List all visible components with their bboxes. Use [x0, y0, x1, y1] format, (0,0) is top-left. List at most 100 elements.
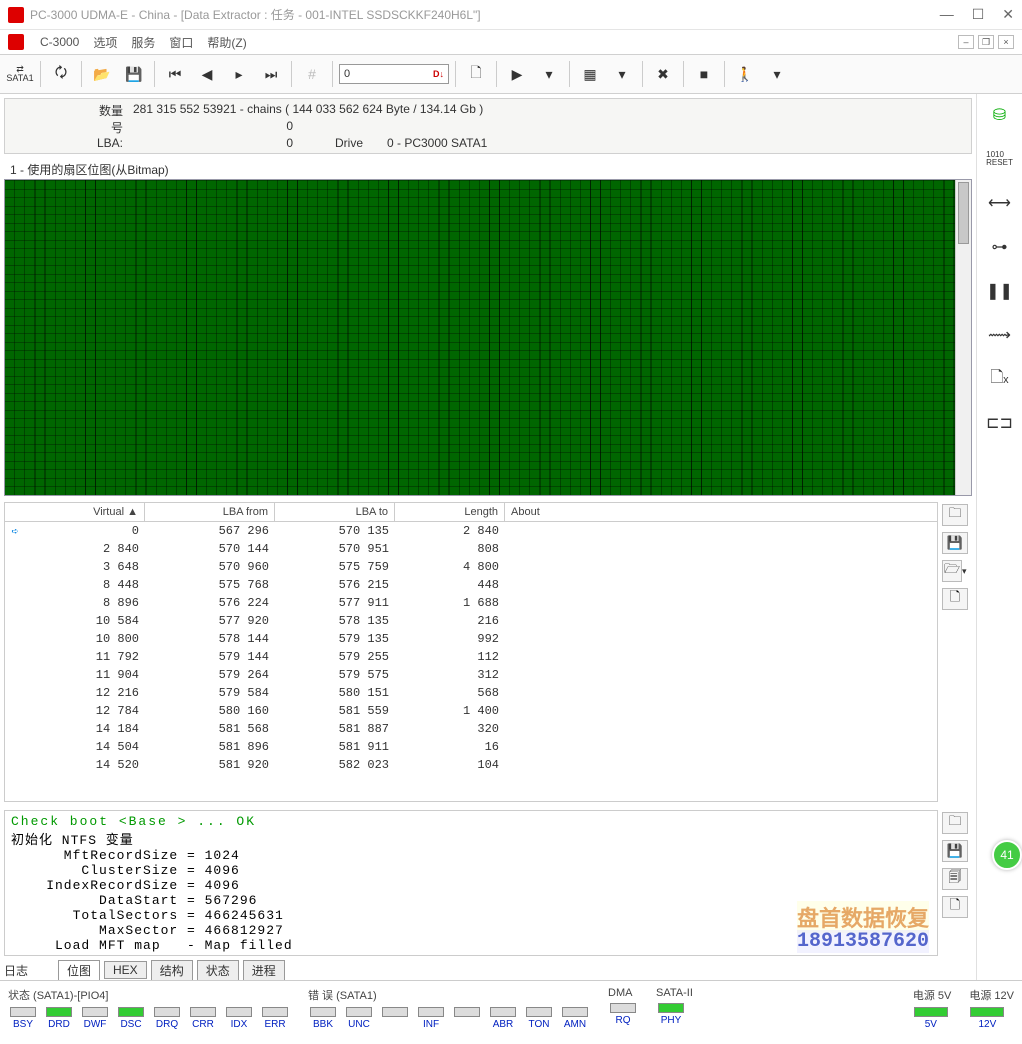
side-folder-button[interactable]: 🗁 — [942, 560, 962, 582]
tool-pause-icon[interactable]: ❚❚ — [985, 278, 1015, 304]
menu-app[interactable]: C-3000 — [40, 35, 79, 49]
refresh-button[interactable]: 🗘 — [47, 60, 75, 88]
file-button[interactable]: 🗋 — [462, 60, 490, 88]
th-lba-to[interactable]: LBA to — [275, 503, 395, 521]
table-row[interactable]: 3 648570 960575 7594 800 — [5, 558, 937, 576]
table-row[interactable]: ➪0567 296570 1352 840 — [5, 522, 937, 540]
drive-value: 0 - PC3000 SATA1 — [387, 136, 487, 150]
notification-badge[interactable]: 41 — [992, 840, 1022, 870]
table-body[interactable]: ➪0567 296570 1352 8402 840570 144570 951… — [5, 522, 937, 777]
prev-button[interactable]: ◀ — [193, 60, 221, 88]
toolbar: ⇄SATA1 🗘 📂 💾 ⏮ ◀ ▸ ⏭ # 0 D↓ 🗋 ▶ ▾ ▦ ▾ ✖ … — [0, 54, 1022, 94]
grid-button[interactable]: # — [298, 60, 326, 88]
table-row[interactable]: 14 520581 920582 023104 — [5, 756, 937, 774]
view-dropdown[interactable]: ▾ — [608, 60, 636, 88]
led-rq — [610, 1003, 636, 1013]
led-bbk — [310, 1007, 336, 1017]
mdi-restore-button[interactable]: ❐ — [978, 35, 994, 49]
led-unc — [346, 1007, 372, 1017]
watermark-phone: 18913587620 — [797, 930, 929, 953]
table-row[interactable]: 14 504581 896581 91116 — [5, 738, 937, 756]
table-row[interactable]: 8 896576 224577 9111 688 — [5, 594, 937, 612]
bitmap-view[interactable] — [4, 179, 972, 496]
log-export-button[interactable]: 🗀 — [942, 812, 968, 834]
lba-input-mode[interactable]: D↓ — [433, 69, 444, 79]
log-line: MaxSector = 466812927 — [11, 923, 931, 938]
table-row[interactable]: 10 800578 144579 135992 — [5, 630, 937, 648]
close-button[interactable]: ✕ — [1002, 6, 1014, 23]
log-line: TotalSectors = 466245631 — [11, 908, 931, 923]
tab-hex[interactable]: HEX — [104, 961, 147, 979]
th-about[interactable]: About — [505, 503, 937, 521]
menu-help[interactable]: 帮助(Z) — [207, 34, 246, 51]
menu-service[interactable]: 服务 — [131, 34, 155, 51]
chevron-down-icon[interactable]: ▾ — [962, 566, 967, 577]
log-view[interactable]: Check boot <Base > ... OK 初始化 NTFS 变量 Mf… — [4, 810, 938, 956]
chain-table[interactable]: Virtual ▲ LBA from LBA to Length About ➪… — [4, 502, 938, 802]
bitmap-title: 1 - 使用的扇区位图(从Bitmap) — [4, 160, 972, 179]
tab-state[interactable]: 状态 — [197, 960, 239, 981]
th-lba-from[interactable]: LBA from — [145, 503, 275, 521]
table-row[interactable]: 12 784580 160581 5591 400 — [5, 702, 937, 720]
tool-drive-icon[interactable]: ⛁ — [985, 102, 1015, 128]
menubar: C-3000 选项 服务 窗口 帮助(Z) – ❐ × — [0, 30, 1022, 54]
next-button[interactable]: ▸ — [225, 60, 253, 88]
side-save-button[interactable]: 💾 — [942, 532, 968, 554]
tab-bitmap[interactable]: 位图 — [58, 960, 100, 981]
table-row[interactable]: 10 584577 920578 135216 — [5, 612, 937, 630]
tab-log[interactable]: 日志 — [4, 962, 54, 979]
log-clear-button[interactable]: 🗋 — [942, 896, 968, 918]
th-virtual[interactable]: Virtual ▲ — [5, 503, 145, 521]
table-row[interactable]: 2 840570 144570 951808 — [5, 540, 937, 558]
table-row[interactable]: 11 792579 144579 255112 — [5, 648, 937, 666]
bitmap-scrollbar[interactable] — [955, 180, 971, 495]
tab-process[interactable]: 进程 — [243, 960, 285, 981]
maximize-button[interactable]: ☐ — [972, 6, 985, 23]
menu-window[interactable]: 窗口 — [169, 34, 193, 51]
table-row[interactable]: 12 216579 584580 151568 — [5, 684, 937, 702]
qty-value: 281 315 552 53921 - chains ( 144 033 562… — [133, 102, 483, 119]
tool-pin-icon[interactable]: ⊶ — [985, 234, 1015, 260]
tool-connector-icon[interactable]: ⊏⊐ — [985, 410, 1015, 436]
stop-button[interactable]: ■ — [690, 60, 718, 88]
mdi-close-button[interactable]: × — [998, 35, 1014, 49]
exit-button[interactable]: 🚶 — [731, 60, 759, 88]
minimize-button[interactable]: — — [940, 6, 954, 23]
view-grid-button[interactable]: ▦ — [576, 60, 604, 88]
lba-input-value: 0 — [344, 68, 350, 80]
table-row[interactable]: 8 448575 768576 215448 — [5, 576, 937, 594]
open-button[interactable]: 📂 — [88, 60, 116, 88]
port-sata1-button[interactable]: ⇄SATA1 — [6, 60, 34, 88]
th-length[interactable]: Length — [395, 503, 505, 521]
lba-input[interactable]: 0 D↓ — [339, 64, 449, 84]
table-row[interactable]: 11 904579 264579 575312 — [5, 666, 937, 684]
side-clear-button[interactable]: 🗋 — [942, 588, 968, 610]
save-button[interactable]: 💾 — [120, 60, 148, 88]
tab-struct[interactable]: 结构 — [151, 960, 193, 981]
first-button[interactable]: ⏮ — [161, 60, 189, 88]
tool-reset-button[interactable]: 1010RESET — [985, 146, 1015, 172]
led-drq — [154, 1007, 180, 1017]
play-button[interactable]: ▶ — [503, 60, 531, 88]
log-line: ClusterSize = 4096 — [11, 863, 931, 878]
exit-dropdown[interactable]: ▾ — [763, 60, 791, 88]
log-line: DataStart = 567296 — [11, 893, 931, 908]
play-dropdown[interactable]: ▾ — [535, 60, 563, 88]
tool-link-icon[interactable]: ⟿ — [985, 322, 1015, 348]
tool-ruler-icon[interactable]: ⟷ — [985, 190, 1015, 216]
tool-doc-x-icon[interactable]: 🗋ₓ — [985, 366, 1015, 392]
titlebar: PC-3000 UDMA-E - China - [Data Extractor… — [0, 0, 1022, 30]
led-err — [262, 1007, 288, 1017]
led-5v — [914, 1007, 948, 1017]
mdi-minimize-button[interactable]: – — [958, 35, 974, 49]
table-row[interactable]: 14 184581 568581 887320 — [5, 720, 937, 738]
log-copy-button[interactable]: 🗐 — [942, 868, 968, 890]
log-save-button[interactable]: 💾 — [942, 840, 968, 862]
menu-options[interactable]: 选项 — [93, 34, 117, 51]
lba-value: 0 — [133, 136, 293, 150]
tools-button[interactable]: ✖ — [649, 60, 677, 88]
last-button[interactable]: ⏭ — [257, 60, 285, 88]
led-idx — [226, 1007, 252, 1017]
led-dwf — [82, 1007, 108, 1017]
side-export-button[interactable]: 🗀 — [942, 504, 968, 526]
